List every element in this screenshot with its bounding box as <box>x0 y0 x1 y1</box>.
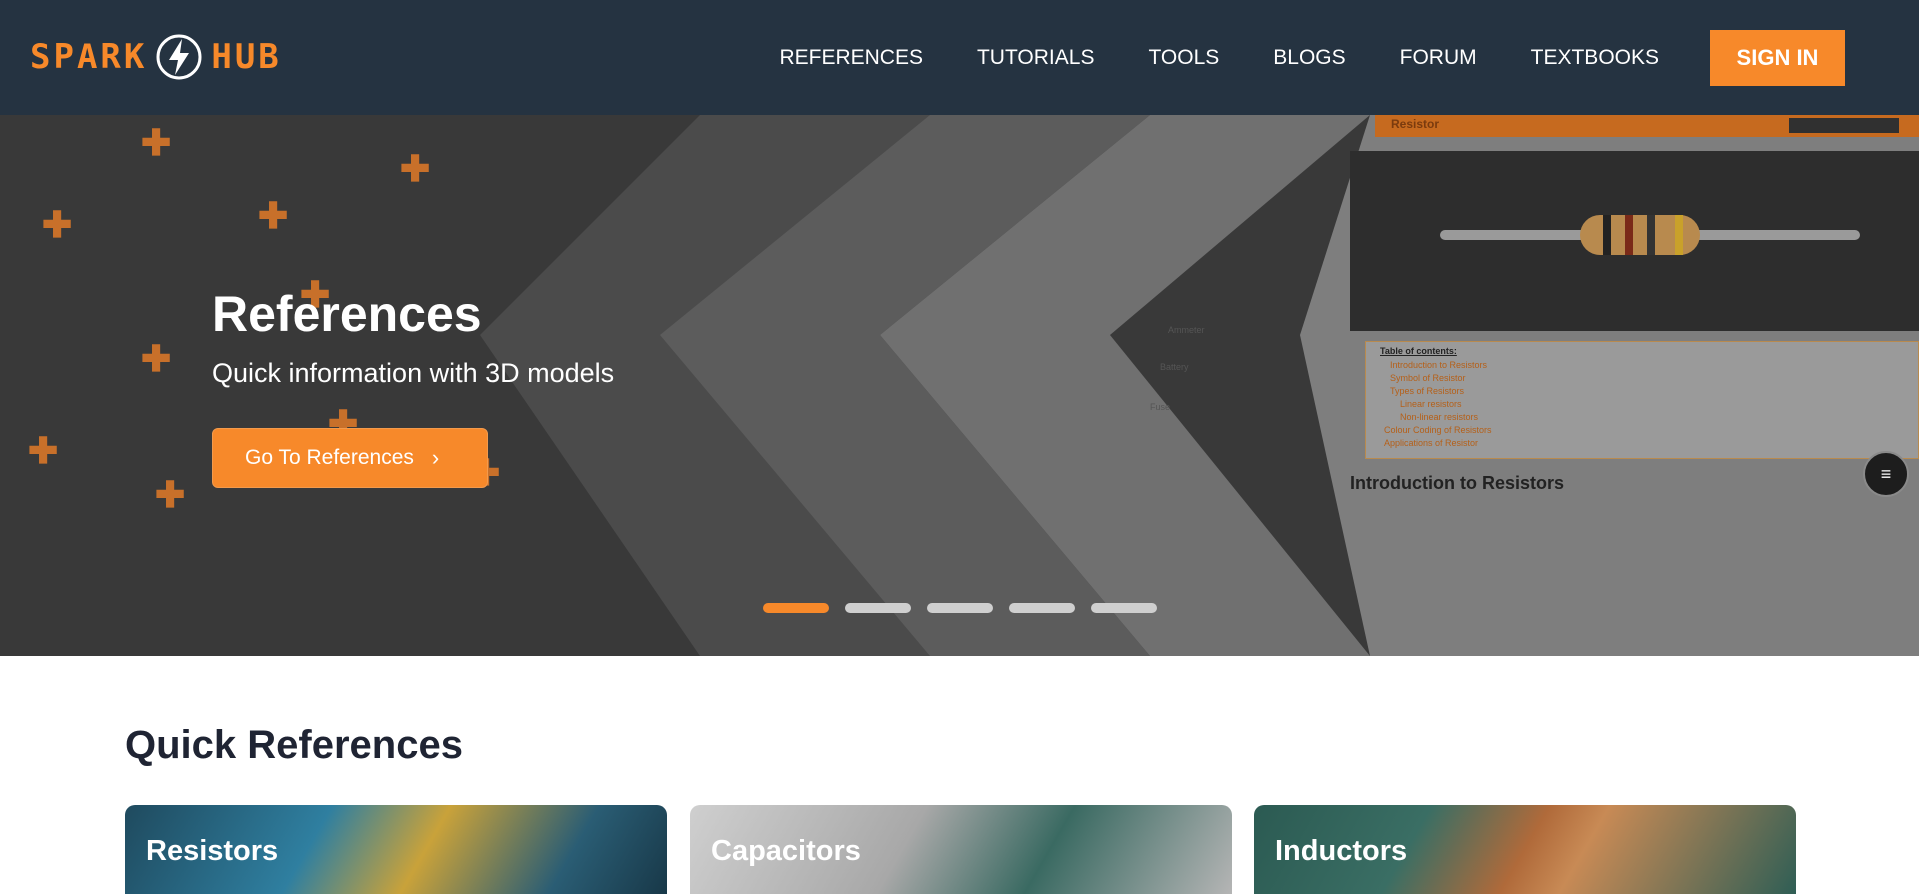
toc-item: Types of Resistors <box>1390 386 1465 396</box>
carousel-dot[interactable] <box>763 603 829 613</box>
plus-decoration-icon: ✚ <box>400 148 431 189</box>
preview-title-bar: Resistor <box>1375 115 1919 137</box>
resistor-band <box>1675 215 1683 255</box>
nav-blogs[interactable]: BLOGS <box>1273 46 1345 70</box>
hero-carousel: Resistor Table of contents: Introduction… <box>0 115 1919 656</box>
main-nav: REFERENCES TUTORIALS TOOLS BLOGS FORUM T… <box>779 0 1659 115</box>
section-title: Quick References <box>125 723 463 767</box>
carousel-dot[interactable] <box>1091 603 1157 613</box>
preview-bar-title: Resistor <box>1391 117 1440 131</box>
side-label: Battery <box>1160 362 1189 372</box>
plus-decoration-icon: ✚ <box>258 195 289 236</box>
toc-item: Applications of Resistor <box>1384 438 1479 448</box>
toc-item: Symbol of Resistor <box>1390 373 1466 383</box>
nav-tools[interactable]: TOOLS <box>1148 46 1219 70</box>
toc-item: Linear resistors <box>1400 399 1462 409</box>
plus-decoration-icon: ✚ <box>42 204 73 245</box>
plus-decoration-icon: ✚ <box>141 338 172 379</box>
resistor-band <box>1603 215 1611 255</box>
card-label: Resistors <box>146 835 279 867</box>
resistor-band <box>1647 215 1655 255</box>
preview-toc: Table of contents: Introduction to Resis… <box>1365 341 1919 459</box>
logo-text-right: HUB <box>211 37 282 77</box>
button-label: Go To References <box>245 446 414 469</box>
carousel-dot[interactable] <box>845 603 911 613</box>
logo-text-left: SPARK <box>30 37 148 77</box>
nav-references[interactable]: REFERENCES <box>779 46 923 70</box>
lightning-bolt-icon <box>156 34 202 80</box>
download-badge <box>1789 118 1899 133</box>
carousel-indicators <box>763 603 1157 613</box>
nav-tutorials[interactable]: TUTORIALS <box>977 46 1094 70</box>
toc-item: Colour Coding of Resistors <box>1384 425 1492 435</box>
preview-heading: Introduction to Resistors <box>1350 473 1565 493</box>
hero-title: References <box>212 286 482 342</box>
side-label: Fuse <box>1150 402 1171 412</box>
card-resistors[interactable]: Resistors <box>125 805 667 894</box>
plus-decoration-icon: ✚ <box>28 430 59 471</box>
toc-toggle-icon[interactable]: ≡ <box>1863 451 1909 497</box>
toc-item: Non-linear resistors <box>1400 412 1479 422</box>
carousel-dot[interactable] <box>927 603 993 613</box>
resistor-band <box>1625 215 1633 255</box>
plus-decoration-icon: ✚ <box>141 122 172 163</box>
nav-forum[interactable]: FORUM <box>1400 46 1477 70</box>
nav-textbooks[interactable]: TEXTBOOKS <box>1531 46 1659 70</box>
card-inductors[interactable]: Inductors <box>1254 805 1796 894</box>
sign-in-button[interactable]: SIGN IN <box>1710 30 1845 86</box>
hero-subtitle: Quick information with 3D models <box>212 358 615 388</box>
card-label: Inductors <box>1275 835 1408 867</box>
go-to-references-button[interactable]: Go To References › <box>212 428 488 488</box>
toc-item: Introduction to Resistors <box>1390 360 1488 370</box>
plus-decoration-icon: ✚ <box>155 474 186 515</box>
site-header: SPARK HUB REFERENCES TUTORIALS TOOLS BLO… <box>0 0 1919 115</box>
side-label: Ammeter <box>1168 325 1205 335</box>
toc-title: Table of contents: <box>1380 346 1457 356</box>
carousel-dot[interactable] <box>1009 603 1075 613</box>
chevron-right-icon: › <box>431 445 440 470</box>
card-capacitors[interactable]: Capacitors <box>690 805 1232 894</box>
logo[interactable]: SPARK HUB <box>30 32 282 82</box>
card-label: Capacitors <box>711 835 861 867</box>
